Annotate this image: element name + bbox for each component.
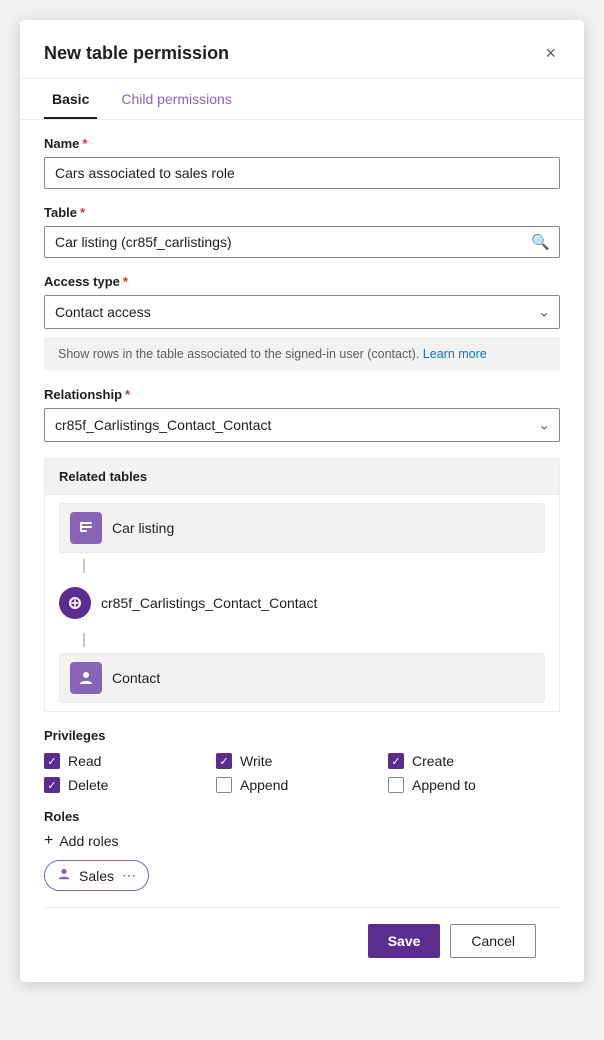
name-required: * [82, 136, 87, 151]
create-checkbox[interactable]: ✓ [388, 753, 404, 769]
access-type-required: * [123, 274, 128, 289]
access-type-field-group: Access type * Contact access Global acce… [44, 274, 560, 371]
role-person-icon [57, 867, 71, 884]
relationship-label: Relationship * [44, 387, 560, 402]
relationship-required: * [125, 387, 130, 402]
access-type-select[interactable]: Contact access Global access Self access… [44, 295, 560, 329]
append-checkbox[interactable] [216, 777, 232, 793]
name-field-group: Name * [44, 136, 560, 189]
sales-role-label: Sales [79, 868, 114, 884]
footer-divider [44, 907, 560, 908]
privilege-write: ✓ Write [216, 753, 388, 769]
dialog-header: New table permission × [20, 20, 584, 79]
close-button[interactable]: × [541, 40, 560, 66]
privileges-section: Privileges ✓ Read ✓ Write ✓ Create ✓ Del… [44, 728, 560, 793]
append-label: Append [240, 777, 288, 793]
relationship-select[interactable]: cr85f_Carlistings_Contact_Contact [44, 408, 560, 442]
tab-child-permissions[interactable]: Child permissions [113, 79, 239, 119]
table-search-wrapper: 🔍 [44, 226, 560, 258]
create-label: Create [412, 753, 454, 769]
roles-section: Roles + Add roles Sales ⋯ [44, 809, 560, 891]
delete-checkbox[interactable]: ✓ [44, 777, 60, 793]
contact-label: Contact [112, 670, 160, 686]
list-item: cr85f_Carlistings_Contact_Contact [59, 579, 545, 627]
privilege-create: ✓ Create [388, 753, 560, 769]
name-input[interactable] [44, 157, 560, 189]
table-field-group: Table * 🔍 [44, 205, 560, 258]
privileges-title: Privileges [44, 728, 560, 743]
read-checkbox[interactable]: ✓ [44, 753, 60, 769]
learn-more-link[interactable]: Learn more [423, 347, 487, 361]
table-required: * [80, 205, 85, 220]
table-search-icon: 🔍 [531, 233, 550, 251]
privileges-grid: ✓ Read ✓ Write ✓ Create ✓ Delete Appe [44, 753, 560, 793]
roles-list: Sales ⋯ [44, 860, 560, 891]
privilege-append: Append [216, 777, 388, 793]
append-to-label: Append to [412, 777, 476, 793]
contact-icon [70, 662, 102, 694]
relationship-select-wrapper: cr85f_Carlistings_Contact_Contact ⌄ [44, 408, 560, 442]
append-to-checkbox[interactable] [388, 777, 404, 793]
new-table-permission-dialog: New table permission × Basic Child permi… [20, 20, 584, 982]
access-type-label: Access type * [44, 274, 560, 289]
dialog-title: New table permission [44, 43, 229, 64]
list-item: Contact [59, 653, 545, 703]
related-tables-box: Related tables Car listing [44, 458, 560, 712]
delete-label: Delete [68, 777, 108, 793]
dialog-footer: Save Cancel [44, 924, 560, 958]
privilege-append-to: Append to [388, 777, 560, 793]
access-type-info-box: Show rows in the table associated to the… [44, 337, 560, 371]
name-label: Name * [44, 136, 560, 151]
write-checkbox[interactable]: ✓ [216, 753, 232, 769]
tab-basic[interactable]: Basic [44, 79, 97, 119]
table-label: Table * [44, 205, 560, 220]
privilege-delete: ✓ Delete [44, 777, 216, 793]
connector-2 [59, 633, 545, 647]
role-tag-sales: Sales ⋯ [44, 860, 149, 891]
relationship-field-group: Relationship * cr85f_Carlistings_Contact… [44, 387, 560, 442]
read-label: Read [68, 753, 101, 769]
plus-icon: + [44, 832, 53, 850]
table-icon [70, 512, 102, 544]
related-tables-header: Related tables [45, 459, 559, 495]
write-label: Write [240, 753, 272, 769]
privilege-read: ✓ Read [44, 753, 216, 769]
connector [59, 559, 545, 573]
cancel-button[interactable]: Cancel [450, 924, 536, 958]
car-listing-label: Car listing [112, 520, 174, 536]
related-tables-list: Car listing cr85f_Carlistings_ [45, 495, 559, 711]
table-input[interactable] [44, 226, 560, 258]
access-type-select-wrapper: Contact access Global access Self access… [44, 295, 560, 329]
link-icon [59, 587, 91, 619]
save-button[interactable]: Save [368, 924, 441, 958]
relationship-label-item: cr85f_Carlistings_Contact_Contact [101, 595, 317, 611]
form-content: Name * Table * 🔍 Access type * [20, 136, 584, 958]
add-roles-button[interactable]: + Add roles [44, 832, 119, 850]
role-menu-button[interactable]: ⋯ [122, 867, 136, 884]
list-item: Car listing [59, 503, 545, 553]
tab-bar: Basic Child permissions [20, 79, 584, 120]
roles-title: Roles [44, 809, 560, 824]
